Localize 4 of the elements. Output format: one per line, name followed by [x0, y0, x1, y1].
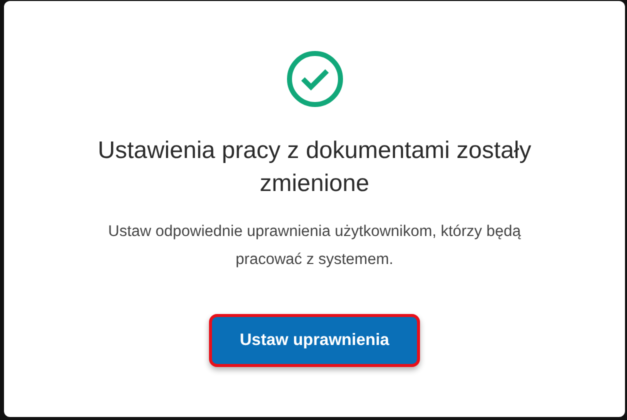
set-permissions-button[interactable]: Ustaw uprawnienia — [209, 314, 420, 367]
dialog-message: Ustaw odpowiednie uprawnienia użytkownikom, którzy będą pracować z systemem. — [107, 222, 522, 270]
success-check-icon — [286, 50, 344, 108]
dialog-title: Ustawienia pracy z dokumentami zostały zmienione — [96, 136, 532, 199]
